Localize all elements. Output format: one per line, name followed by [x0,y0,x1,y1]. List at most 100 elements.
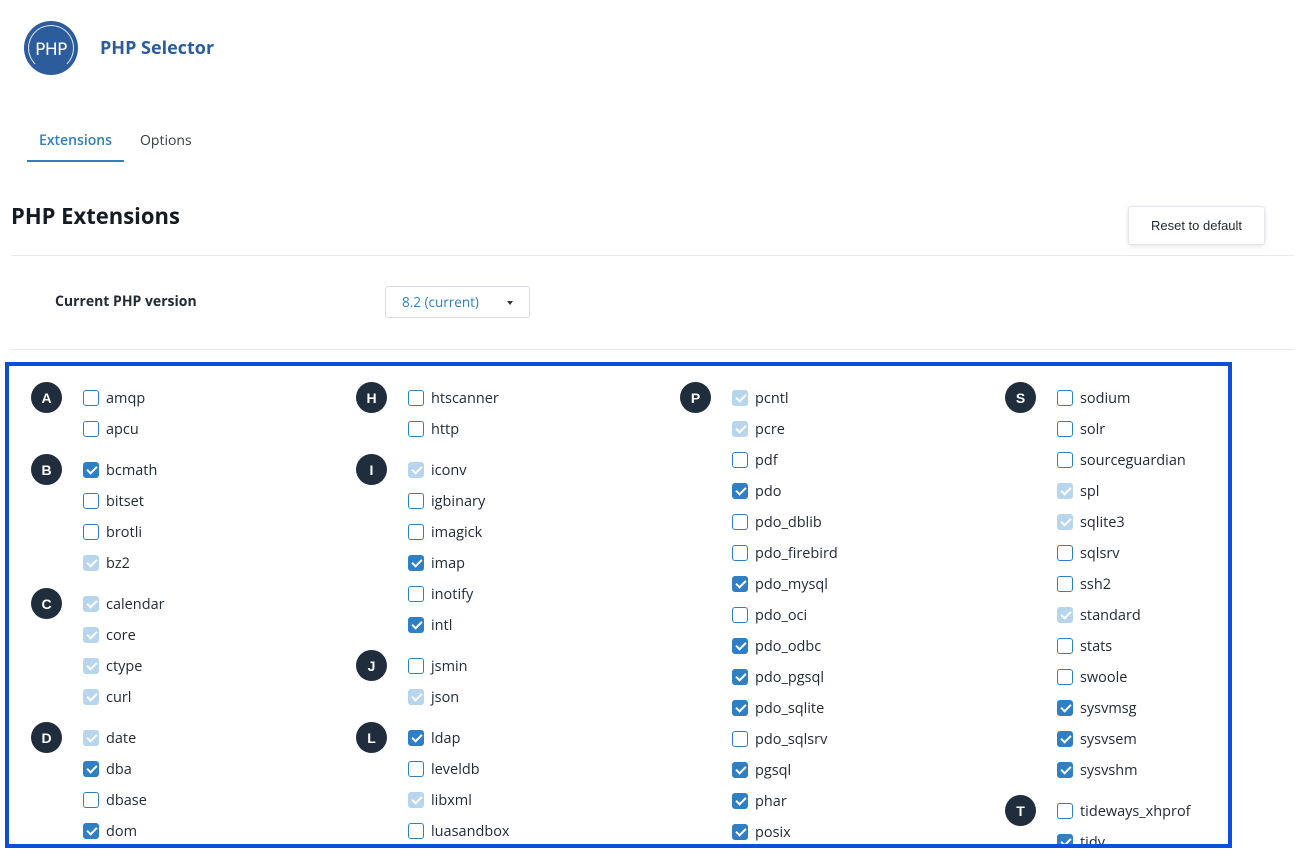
checkbox[interactable] [1057,576,1073,592]
extension-dom[interactable]: dom [83,819,137,843]
extension-core: core [83,623,136,647]
php-version-select[interactable]: 8.2 (current) [385,286,530,318]
extension-label: spl [1080,481,1100,501]
extension-dba[interactable]: dba [83,757,132,781]
checkbox[interactable] [408,730,424,746]
checkbox[interactable] [732,452,748,468]
extension-dbase[interactable]: dbase [83,788,147,812]
checkbox[interactable] [1057,803,1073,819]
checkbox[interactable] [1057,452,1073,468]
checkbox[interactable] [732,607,748,623]
extension-brotli[interactable]: brotli [83,520,142,544]
checkbox[interactable] [732,762,748,778]
checkbox[interactable] [1057,390,1073,406]
extension-sqlsrv[interactable]: sqlsrv [1057,541,1120,565]
checkbox[interactable] [732,700,748,716]
checkbox[interactable] [83,493,99,509]
extension-bitset[interactable]: bitset [83,489,144,513]
extension-posix[interactable]: posix [732,820,791,844]
checkbox[interactable] [732,793,748,809]
letter-badge-j: J [356,650,387,681]
checkbox[interactable] [408,617,424,633]
extension-leveldb[interactable]: leveldb [408,757,480,781]
checkbox[interactable] [408,586,424,602]
extension-tideways-xhprof[interactable]: tideways_xhprof [1057,799,1191,823]
extension-imap[interactable]: imap [408,551,465,575]
extension-ldap[interactable]: ldap [408,726,460,750]
extension-stats[interactable]: stats [1057,634,1112,658]
extension-pdf[interactable]: pdf [732,448,778,472]
checkbox[interactable] [408,493,424,509]
checkbox[interactable] [408,761,424,777]
checkbox[interactable] [732,638,748,654]
extension-http[interactable]: http [408,417,459,441]
checkbox[interactable] [408,658,424,674]
checkbox[interactable] [732,514,748,530]
extension-igbinary[interactable]: igbinary [408,489,485,513]
extension-pdo-dblib[interactable]: pdo_dblib [732,510,822,534]
checkbox[interactable] [732,824,748,840]
extension-label: ldap [431,728,461,748]
checkbox[interactable] [83,761,99,777]
checkbox[interactable] [732,731,748,747]
extension-ssh2[interactable]: ssh2 [1057,572,1111,596]
extension-pdo-firebird[interactable]: pdo_firebird [732,541,838,565]
extension-jsmin[interactable]: jsmin [408,654,468,678]
extension-label: tideways_xhprof [1080,801,1191,821]
extension-luasandbox[interactable]: luasandbox [408,819,510,843]
checkbox[interactable] [1057,669,1073,685]
extension-apcu[interactable]: apcu [83,417,139,441]
extension-intl[interactable]: intl [408,613,452,637]
extension-pdo[interactable]: pdo [732,479,781,503]
extension-sysvshm[interactable]: sysvshm [1057,758,1138,782]
extension-pdo-oci[interactable]: pdo_oci [732,603,807,627]
extension-bcmath[interactable]: bcmath [83,458,157,482]
extension-amqp[interactable]: amqp [83,386,145,410]
extension-tidy[interactable]: tidy [1057,830,1105,844]
checkbox[interactable] [1057,421,1073,437]
checkbox[interactable] [83,524,99,540]
checkbox[interactable] [408,555,424,571]
checkbox[interactable] [1057,834,1073,844]
extension-pdo-sqlsrv[interactable]: pdo_sqlsrv [732,727,827,751]
checkbox[interactable] [1057,700,1073,716]
extension-sysvsem[interactable]: sysvsem [1057,727,1137,751]
extension-label: pdo [755,481,782,501]
extension-sourceguardian[interactable]: sourceguardian [1057,448,1186,472]
extension-pdo-sqlite[interactable]: pdo_sqlite [732,696,824,720]
checkbox[interactable] [1057,731,1073,747]
checkbox[interactable] [83,421,99,437]
extension-swoole[interactable]: swoole [1057,665,1127,689]
extension-pdo-pgsql[interactable]: pdo_pgsql [732,665,824,689]
extension-inotify[interactable]: inotify [408,582,473,606]
tab-options[interactable]: Options [128,122,204,162]
extension-sodium[interactable]: sodium [1057,386,1130,410]
checkbox[interactable] [1057,545,1073,561]
checkbox[interactable] [732,669,748,685]
reset-to-default-button[interactable]: Reset to default [1128,206,1265,245]
extension-imagick[interactable]: imagick [408,520,482,544]
extension-sysvmsg[interactable]: sysvmsg [1057,696,1137,720]
extension-htscanner[interactable]: htscanner [408,386,499,410]
checkbox[interactable] [83,390,99,406]
checkbox[interactable] [732,545,748,561]
extension-label: pdo_sqlite [755,698,825,718]
extension-phar[interactable]: phar [732,789,787,813]
checkbox[interactable] [408,524,424,540]
tab-extensions[interactable]: Extensions [27,122,124,162]
checkbox[interactable] [732,483,748,499]
extension-pdo-odbc[interactable]: pdo_odbc [732,634,821,658]
page-title: PHP Extensions [11,201,180,231]
checkbox[interactable] [408,823,424,839]
checkbox[interactable] [408,390,424,406]
extension-pdo-mysql[interactable]: pdo_mysql [732,572,828,596]
checkbox[interactable] [83,462,99,478]
checkbox[interactable] [83,792,99,808]
extension-solr[interactable]: solr [1057,417,1105,441]
extension-pgsql[interactable]: pgsql [732,758,791,782]
checkbox[interactable] [1057,762,1073,778]
checkbox[interactable] [732,576,748,592]
checkbox[interactable] [1057,638,1073,654]
checkbox[interactable] [408,421,424,437]
checkbox[interactable] [83,823,99,839]
